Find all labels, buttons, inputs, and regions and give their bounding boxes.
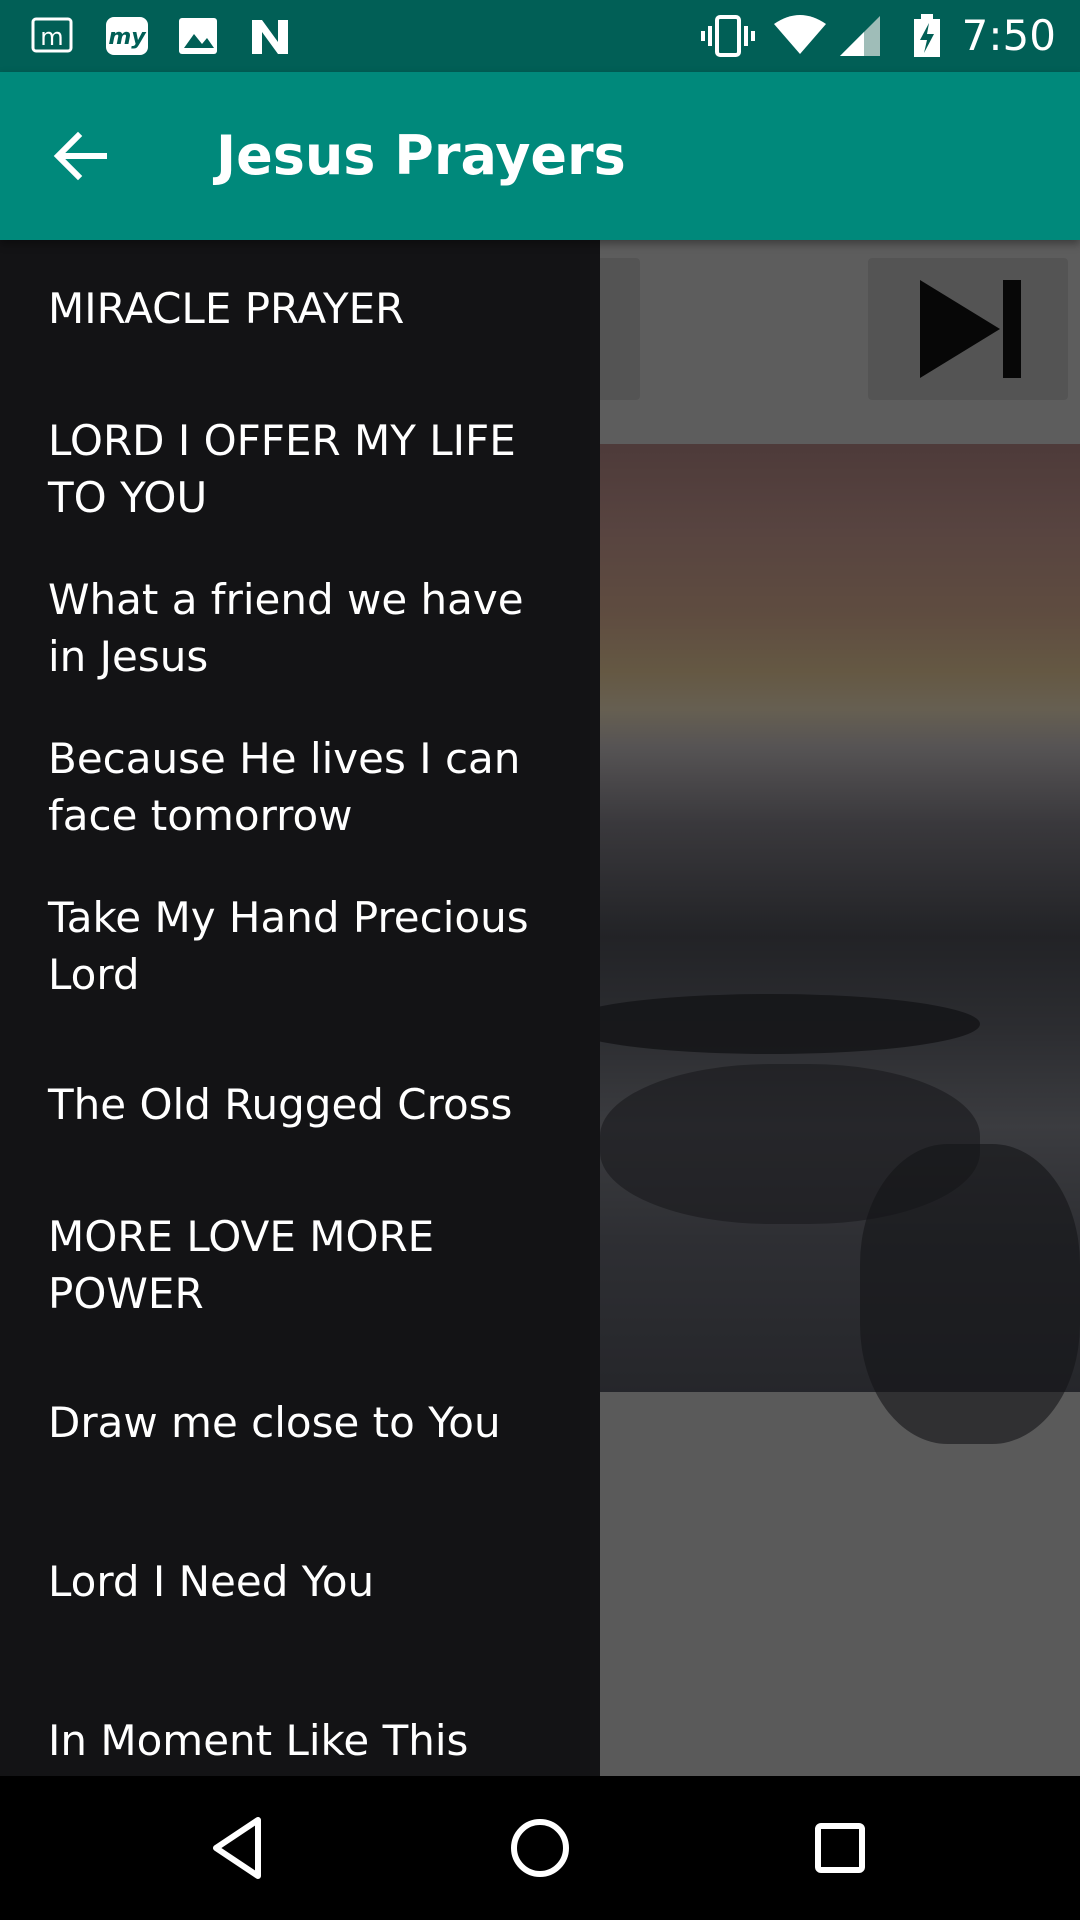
battery-charging-icon (914, 14, 940, 57)
svg-text:my: my (108, 25, 147, 50)
home-circle-icon[interactable] (504, 1812, 576, 1884)
recents-square-icon[interactable] (804, 1812, 876, 1884)
drawer-item[interactable]: MORE LOVE MORE POWER (48, 1208, 568, 1322)
drawer-item[interactable]: Lord I Need You (48, 1553, 568, 1610)
drawer-item[interactable]: What a friend we have in Jesus (48, 571, 568, 685)
svg-text:m: m (40, 23, 63, 51)
status-time: 7:50 (961, 11, 1056, 60)
wifi-icon (774, 15, 826, 54)
signal-icon (840, 16, 880, 56)
vibrate-icon (701, 15, 755, 57)
arrow-back-icon[interactable] (48, 124, 112, 188)
drawer-item[interactable]: LORD I OFFER MY LIFE TO YOU (48, 412, 568, 526)
back-triangle-icon[interactable] (204, 1812, 276, 1884)
system-nav-bar (0, 1776, 1080, 1920)
n-app-icon (252, 20, 288, 54)
my-app-icon: my (106, 17, 148, 55)
status-bar: m my 7:50 (0, 0, 1080, 72)
drawer-item[interactable]: Because He lives I can face tomorrow (48, 730, 568, 844)
drawer-item[interactable]: In Moment Like This (48, 1712, 568, 1769)
app-bar: Jesus Prayers (0, 72, 1080, 240)
page-title: Jesus Prayers (216, 124, 626, 187)
image-icon (179, 18, 217, 54)
m-app-icon: m (31, 17, 73, 53)
drawer-item[interactable]: MIRACLE PRAYER (48, 280, 568, 337)
navigation-drawer: MIRACLE PRAYER LORD I OFFER MY LIFE TO Y… (0, 240, 600, 1776)
drawer-item[interactable]: The Old Rugged Cross (48, 1076, 568, 1133)
drawer-item[interactable]: Draw me close to You (48, 1394, 568, 1451)
drawer-item[interactable]: Take My Hand Precious Lord (48, 889, 568, 1003)
